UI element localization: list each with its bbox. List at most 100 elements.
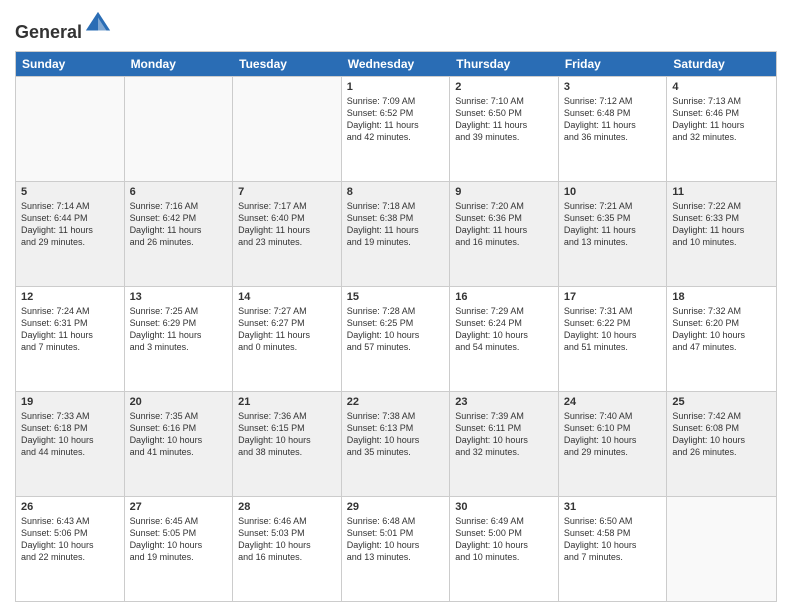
- cell-info: Sunrise: 7:40 AMSunset: 6:10 PMDaylight:…: [564, 410, 662, 459]
- calendar-cell-day-31: 31 Sunrise: 6:50 AMSunset: 4:58 PMDayligh…: [559, 497, 668, 601]
- day-number: 12: [21, 291, 119, 303]
- day-number: 29: [347, 501, 445, 513]
- calendar-cell-day-21: 21 Sunrise: 7:36 AMSunset: 6:15 PMDayligh…: [233, 392, 342, 496]
- calendar-cell-day-27: 27Sunrise: 6:45 AMSunset: 5:05 PMDayligh…: [125, 497, 234, 601]
- cell-info: Sunrise: 6:49 AMSunset: 5:00 PMDaylight:…: [455, 515, 553, 564]
- day-number: 11: [672, 186, 771, 198]
- cell-info: Sunrise: 7:10 AMSunset: 6:50 PMDaylight:…: [455, 95, 553, 144]
- calendar-row-3: 19 Sunrise: 7:33 AMSunset: 6:18 PMDayligh…: [16, 391, 776, 496]
- day-number: 8: [347, 186, 445, 198]
- cell-info: Sunrise: 7:24 AMSunset: 6:31 PMDaylight:…: [21, 305, 119, 354]
- day-number: 25: [672, 396, 771, 408]
- calendar-cell-day-28: 28 Sunrise: 6:46 AMSunset: 5:03 PMDayligh…: [233, 497, 342, 601]
- weekday-header-tuesday: Tuesday: [233, 52, 342, 76]
- day-number: 17: [564, 291, 662, 303]
- weekday-header-sunday: Sunday: [16, 52, 125, 76]
- cell-info: Sunrise: 7:18 AMSunset: 6:38 PMDaylight:…: [347, 200, 445, 249]
- cell-info: Sunrise: 7:42 AMSunset: 6:08 PMDaylight:…: [672, 410, 771, 459]
- cell-info: Sunrise: 7:36 AMSunset: 6:15 PMDaylight:…: [238, 410, 336, 459]
- calendar-cell-day-30: 30 Sunrise: 6:49 AMSunset: 5:00 PMDayligh…: [450, 497, 559, 601]
- cell-info: Sunrise: 7:21 AMSunset: 6:35 PMDaylight:…: [564, 200, 662, 249]
- calendar-cell-day-25: 25 Sunrise: 7:42 AMSunset: 6:08 PMDayligh…: [667, 392, 776, 496]
- cell-info: Sunrise: 7:38 AMSunset: 6:13 PMDaylight:…: [347, 410, 445, 459]
- calendar-cell-empty: [667, 497, 776, 601]
- calendar-cell-day-2: 2 Sunrise: 7:10 AMSunset: 6:50 PMDaylight…: [450, 77, 559, 181]
- calendar-cell-day-29: 29 Sunrise: 6:48 AMSunset: 5:01 PMDayligh…: [342, 497, 451, 601]
- day-number: 13: [130, 291, 228, 303]
- cell-info: Sunrise: 7:28 AMSunset: 6:25 PMDaylight:…: [347, 305, 445, 354]
- calendar-cell-day-4: 4Sunrise: 7:13 AMSunset: 6:46 PMDaylight…: [667, 77, 776, 181]
- calendar-cell-day-13: 13Sunrise: 7:25 AMSunset: 6:29 PMDayligh…: [125, 287, 234, 391]
- logo-general: General: [15, 22, 82, 42]
- cell-info: Sunrise: 6:46 AMSunset: 5:03 PMDaylight:…: [238, 515, 336, 564]
- day-number: 9: [455, 186, 553, 198]
- cell-info: Sunrise: 7:32 AMSunset: 6:20 PMDaylight:…: [672, 305, 771, 354]
- day-number: 1: [347, 81, 445, 93]
- cell-info: Sunrise: 7:14 AMSunset: 6:44 PMDaylight:…: [21, 200, 119, 249]
- calendar-cell-day-15: 15 Sunrise: 7:28 AMSunset: 6:25 PMDayligh…: [342, 287, 451, 391]
- day-number: 14: [238, 291, 336, 303]
- calendar-row-4: 26 Sunrise: 6:43 AMSunset: 5:06 PMDayligh…: [16, 496, 776, 601]
- calendar-cell-day-18: 18Sunrise: 7:32 AMSunset: 6:20 PMDayligh…: [667, 287, 776, 391]
- cell-info: Sunrise: 7:09 AMSunset: 6:52 PMDaylight:…: [347, 95, 445, 144]
- calendar-row-0: 1 Sunrise: 7:09 AMSunset: 6:52 PMDaylight…: [16, 76, 776, 181]
- day-number: 21: [238, 396, 336, 408]
- calendar-cell-day-6: 6Sunrise: 7:16 AMSunset: 6:42 PMDaylight…: [125, 182, 234, 286]
- calendar-cell-day-24: 24 Sunrise: 7:40 AMSunset: 6:10 PMDayligh…: [559, 392, 668, 496]
- cell-info: Sunrise: 7:31 AMSunset: 6:22 PMDaylight:…: [564, 305, 662, 354]
- day-number: 19: [21, 396, 119, 408]
- calendar-cell-day-26: 26 Sunrise: 6:43 AMSunset: 5:06 PMDayligh…: [16, 497, 125, 601]
- day-number: 27: [130, 501, 228, 513]
- weekday-header-monday: Monday: [125, 52, 234, 76]
- calendar-cell-empty: [125, 77, 234, 181]
- calendar-cell-empty: [16, 77, 125, 181]
- calendar-cell-day-22: 22 Sunrise: 7:38 AMSunset: 6:13 PMDayligh…: [342, 392, 451, 496]
- calendar-cell-day-1: 1 Sunrise: 7:09 AMSunset: 6:52 PMDaylight…: [342, 77, 451, 181]
- day-number: 2: [455, 81, 553, 93]
- logo-text: General: [15, 10, 112, 43]
- cell-info: Sunrise: 7:35 AMSunset: 6:16 PMDaylight:…: [130, 410, 228, 459]
- cell-info: Sunrise: 7:17 AMSunset: 6:40 PMDaylight:…: [238, 200, 336, 249]
- cell-info: Sunrise: 6:50 AMSunset: 4:58 PMDaylight:…: [564, 515, 662, 564]
- cell-info: Sunrise: 7:33 AMSunset: 6:18 PMDaylight:…: [21, 410, 119, 459]
- calendar-cell-day-17: 17 Sunrise: 7:31 AMSunset: 6:22 PMDayligh…: [559, 287, 668, 391]
- calendar-cell-day-20: 20Sunrise: 7:35 AMSunset: 6:16 PMDayligh…: [125, 392, 234, 496]
- calendar-cell-day-19: 19 Sunrise: 7:33 AMSunset: 6:18 PMDayligh…: [16, 392, 125, 496]
- calendar-body: 1 Sunrise: 7:09 AMSunset: 6:52 PMDaylight…: [16, 76, 776, 601]
- calendar-header: SundayMondayTuesdayWednesdayThursdayFrid…: [16, 52, 776, 76]
- day-number: 24: [564, 396, 662, 408]
- cell-info: Sunrise: 6:43 AMSunset: 5:06 PMDaylight:…: [21, 515, 119, 564]
- day-number: 28: [238, 501, 336, 513]
- day-number: 31: [564, 501, 662, 513]
- day-number: 16: [455, 291, 553, 303]
- logo: General: [15, 10, 112, 43]
- calendar-cell-day-3: 3 Sunrise: 7:12 AMSunset: 6:48 PMDaylight…: [559, 77, 668, 181]
- day-number: 7: [238, 186, 336, 198]
- cell-info: Sunrise: 7:27 AMSunset: 6:27 PMDaylight:…: [238, 305, 336, 354]
- calendar-row-2: 12 Sunrise: 7:24 AMSunset: 6:31 PMDayligh…: [16, 286, 776, 391]
- cell-info: Sunrise: 7:22 AMSunset: 6:33 PMDaylight:…: [672, 200, 771, 249]
- day-number: 22: [347, 396, 445, 408]
- calendar-cell-day-7: 7 Sunrise: 7:17 AMSunset: 6:40 PMDaylight…: [233, 182, 342, 286]
- calendar-cell-day-12: 12 Sunrise: 7:24 AMSunset: 6:31 PMDayligh…: [16, 287, 125, 391]
- day-number: 30: [455, 501, 553, 513]
- weekday-header-friday: Friday: [559, 52, 668, 76]
- day-number: 5: [21, 186, 119, 198]
- day-number: 26: [21, 501, 119, 513]
- weekday-header-saturday: Saturday: [667, 52, 776, 76]
- day-number: 3: [564, 81, 662, 93]
- cell-info: Sunrise: 7:16 AMSunset: 6:42 PMDaylight:…: [130, 200, 228, 249]
- calendar-cell-day-16: 16Sunrise: 7:29 AMSunset: 6:24 PMDayligh…: [450, 287, 559, 391]
- calendar-row-1: 5 Sunrise: 7:14 AMSunset: 6:44 PMDaylight…: [16, 181, 776, 286]
- day-number: 4: [672, 81, 771, 93]
- cell-info: Sunrise: 7:12 AMSunset: 6:48 PMDaylight:…: [564, 95, 662, 144]
- calendar-cell-empty: [233, 77, 342, 181]
- cell-info: Sunrise: 6:48 AMSunset: 5:01 PMDaylight:…: [347, 515, 445, 564]
- day-number: 15: [347, 291, 445, 303]
- page: General SundayMondayTuesdayWednesdayThur…: [0, 0, 792, 612]
- calendar-cell-day-23: 23Sunrise: 7:39 AMSunset: 6:11 PMDayligh…: [450, 392, 559, 496]
- calendar-cell-day-5: 5 Sunrise: 7:14 AMSunset: 6:44 PMDaylight…: [16, 182, 125, 286]
- day-number: 10: [564, 186, 662, 198]
- cell-info: Sunrise: 7:39 AMSunset: 6:11 PMDaylight:…: [455, 410, 553, 459]
- weekday-header-wednesday: Wednesday: [342, 52, 451, 76]
